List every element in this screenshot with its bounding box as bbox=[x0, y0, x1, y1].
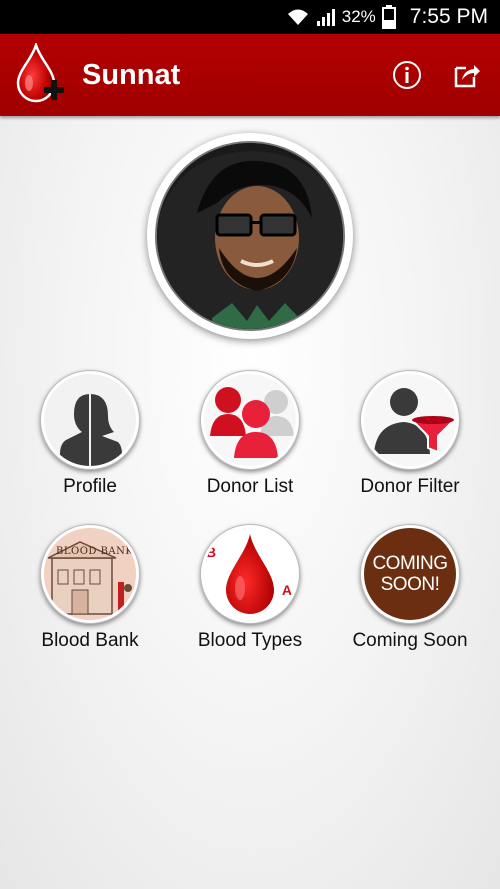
app-bar: Sunnat bbox=[0, 34, 500, 116]
menu-label-donor-filter: Donor Filter bbox=[360, 476, 460, 497]
menu-label-blood-types: Blood Types bbox=[197, 630, 303, 651]
blood-bank-sign-text: BLOOD BANK bbox=[56, 546, 134, 557]
blood-drop-logo-icon bbox=[14, 39, 66, 108]
blood-types-icon: B A bbox=[204, 528, 296, 620]
avatar-photo bbox=[155, 141, 345, 331]
profile-silhouette-icon bbox=[44, 374, 136, 466]
menu-label-donor-list: Donor List bbox=[206, 476, 294, 497]
status-clock: 7:55 PM bbox=[409, 5, 488, 28]
wifi-icon bbox=[286, 7, 310, 27]
donor-list-icon bbox=[204, 374, 296, 466]
share-icon bbox=[454, 65, 480, 88]
battery-icon bbox=[381, 5, 396, 29]
blood-type-letter-right: A bbox=[281, 582, 292, 598]
menu-item-blood-bank[interactable]: BLOOD BANK Blood Bank bbox=[10, 524, 170, 652]
blood-type-letter-left: B bbox=[206, 544, 217, 560]
profile-avatar[interactable] bbox=[147, 133, 353, 339]
app-title: Sunnat bbox=[82, 58, 181, 91]
menu-item-donor-list[interactable]: Donor List bbox=[170, 370, 330, 498]
coming-soon-line1: COMING bbox=[372, 553, 448, 574]
coming-soon-icon: COMING SOON! bbox=[364, 528, 456, 620]
menu-item-coming-soon[interactable]: COMING SOON! Coming Soon bbox=[330, 524, 490, 652]
donor-filter-icon bbox=[364, 374, 456, 466]
menu-item-blood-types[interactable]: B A Blood Types bbox=[170, 524, 330, 652]
menu-item-donor-filter[interactable]: Donor Filter bbox=[330, 370, 490, 498]
coming-soon-line2: SOON! bbox=[380, 574, 440, 595]
status-bar: 32% 7:55 PM bbox=[0, 0, 500, 34]
signal-icon bbox=[316, 7, 336, 27]
menu-label-profile: Profile bbox=[63, 476, 117, 497]
menu-label-blood-bank: Blood Bank bbox=[41, 630, 139, 651]
battery-percentage: 32% bbox=[341, 7, 376, 26]
blood-bank-icon: BLOOD BANK bbox=[44, 528, 136, 620]
menu-label-coming-soon: Coming Soon bbox=[352, 630, 468, 651]
info-button[interactable] bbox=[388, 56, 426, 94]
share-button[interactable] bbox=[448, 56, 486, 94]
menu-item-profile[interactable]: Profile bbox=[10, 370, 170, 498]
info-icon bbox=[393, 61, 421, 89]
